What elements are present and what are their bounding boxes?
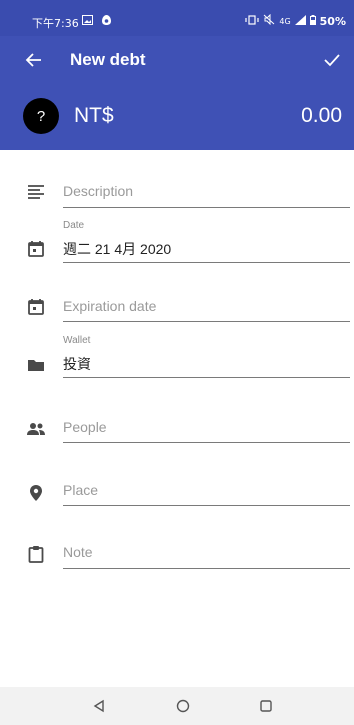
currency-avatar[interactable]: ?: [23, 98, 59, 134]
status-time: 下午7:36: [32, 17, 79, 30]
people-field[interactable]: People: [63, 419, 107, 435]
wallet-field[interactable]: 投資: [63, 354, 91, 374]
back-button[interactable]: [22, 48, 46, 72]
vibrate-icon: [245, 14, 259, 28]
save-button[interactable]: [320, 48, 344, 72]
status-system-icons: 4G 50%: [245, 13, 346, 28]
check-icon: [324, 54, 340, 67]
place-underline: [63, 505, 350, 506]
app-notification-icon: [101, 14, 112, 29]
folder-icon: [28, 360, 44, 371]
calendar-icon: [28, 241, 44, 257]
date-label: Date: [63, 220, 85, 231]
nav-home-button[interactable]: [172, 696, 194, 716]
expiration-date-field[interactable]: Expiration date: [63, 298, 156, 314]
wallet-label: Wallet: [63, 335, 91, 346]
battery-percent: 50%: [319, 14, 346, 28]
nav-recents-button[interactable]: [255, 696, 277, 716]
triangle-back-icon: [93, 699, 104, 713]
arrow-back-icon: [25, 53, 41, 67]
status-bar: 下午7:36 4G 50%: [0, 0, 354, 36]
status-notification-icons: [82, 14, 112, 29]
app-bar: New debt ? NT$ 0.00: [0, 36, 354, 150]
calendar-icon: [28, 299, 44, 315]
note-field[interactable]: Note: [63, 544, 93, 560]
description-field[interactable]: Description: [63, 183, 133, 199]
signal-icon: [294, 14, 306, 28]
debt-form: Description Date 週二 21 4月 2020 Expiratio…: [0, 150, 354, 687]
people-icon: [27, 423, 45, 435]
nav-back-button[interactable]: [88, 696, 110, 716]
gallery-notification-icon: [82, 15, 93, 28]
date-field[interactable]: 週二 21 4月 2020: [63, 239, 171, 259]
expiration-underline: [63, 321, 350, 322]
network-type: 4G: [279, 16, 291, 26]
date-underline: [63, 262, 350, 263]
note-underline: [63, 568, 350, 569]
page-title: New debt: [70, 50, 146, 69]
notes-icon: [28, 185, 44, 199]
circle-home-icon: [176, 699, 190, 713]
people-underline: [63, 442, 350, 443]
clipboard-icon: [28, 546, 44, 563]
location-icon: [30, 485, 42, 501]
currency-code[interactable]: NT$: [74, 104, 114, 128]
battery-icon: [309, 14, 316, 28]
mute-icon: [263, 13, 275, 28]
description-underline: [63, 207, 350, 208]
place-field[interactable]: Place: [63, 482, 98, 498]
amount-field[interactable]: 0.00: [301, 104, 342, 128]
square-recents-icon: [260, 700, 272, 712]
system-nav-bar: [0, 687, 354, 725]
wallet-underline: [63, 377, 350, 378]
